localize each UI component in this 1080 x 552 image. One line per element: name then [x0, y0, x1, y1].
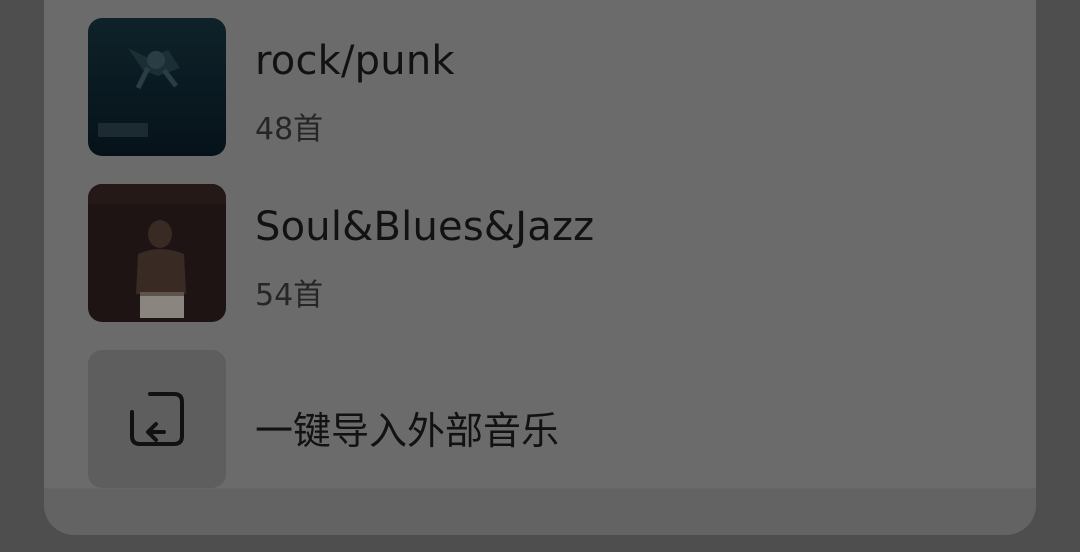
- sheet-bottom-bar: [44, 488, 1036, 535]
- import-tile: [88, 350, 226, 488]
- playlist-track-count: 54首: [255, 278, 324, 313]
- import-arrow-icon: [130, 392, 184, 446]
- playlist-track-count: 48首: [255, 112, 324, 147]
- import-music-item[interactable]: 一键导入外部音乐: [88, 350, 988, 490]
- album-cover-image: [88, 184, 226, 322]
- playlist-title: Soul&Blues&Jazz: [255, 204, 595, 250]
- import-music-label: 一键导入外部音乐: [255, 409, 560, 453]
- playlist-title: rock/punk: [255, 38, 455, 84]
- playlist-item-soul-blues-jazz[interactable]: Soul&Blues&Jazz 54首: [88, 184, 988, 324]
- album-cover-image: [88, 18, 226, 156]
- playlist-item-rock-punk[interactable]: rock/punk 48首: [88, 18, 988, 158]
